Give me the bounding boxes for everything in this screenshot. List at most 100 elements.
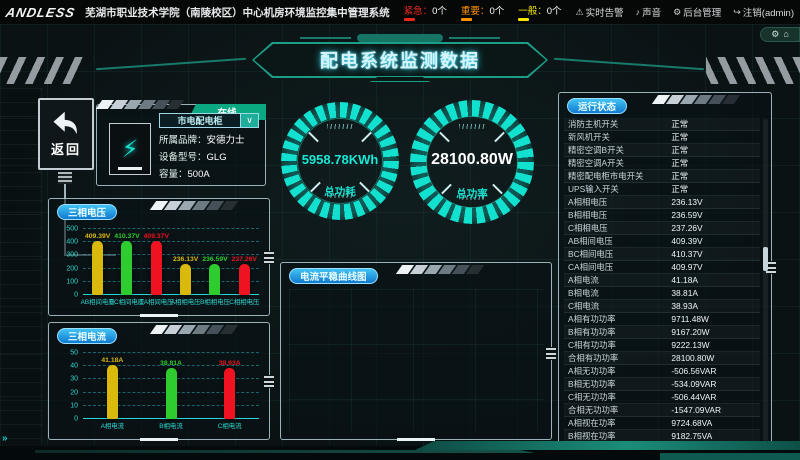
bar[interactable] <box>224 368 235 419</box>
alarm-indicator[interactable]: 一般：0个 <box>518 3 561 21</box>
y-tick-label: 300 <box>66 252 78 259</box>
bar-value-label: 409.37V <box>144 233 169 240</box>
attribute-value: GLG <box>207 152 227 163</box>
gauge-hash-top <box>327 124 353 129</box>
alarm-text: 重要：0个 <box>461 6 504 17</box>
status-scrollbar[interactable] <box>763 119 768 441</box>
panel-bottom-tick <box>397 438 435 441</box>
device-attributes: 所属品牌：安德力士设备型号：GLG容量：500A <box>159 132 259 180</box>
bar[interactable] <box>180 264 191 295</box>
gauge-total-energy: 5958.78KWh 总功耗 <box>281 102 399 220</box>
power-icon-box: ⚡ <box>109 123 151 175</box>
top-menu: ⚠实时告警 ♪声音 ⚙后台管理 ↪注销(admin) <box>576 5 794 19</box>
row-label: C相相电压 <box>568 222 671 234</box>
row-value: 410.37V <box>671 249 756 259</box>
menu-item-注销(admin)[interactable]: ↪注销(admin) <box>733 5 794 19</box>
speaker-icon: ♪ <box>636 7 641 17</box>
row-label: B相电流 <box>568 287 671 299</box>
y-tick-label: 30 <box>70 376 78 383</box>
row-value: 9711.48W <box>671 314 756 324</box>
footer-stripe-2 <box>415 441 800 450</box>
home-icon[interactable]: ⌂ <box>783 30 788 39</box>
row-label: A相相电压 <box>568 196 671 208</box>
table-row: UPS输入开关正常 <box>564 183 760 196</box>
row-label: UPS输入开关 <box>568 183 671 195</box>
row-label: 消防主机开关 <box>568 118 671 130</box>
cabinet-selector[interactable]: 市电配电柜 ∨ <box>159 113 259 128</box>
table-row: 精密空调A开关正常 <box>564 157 760 170</box>
panel-grip <box>546 347 556 360</box>
table-row: B相有功功率9167.20W <box>564 326 760 339</box>
alarm-text: 紧急：0个 <box>404 6 447 17</box>
row-value: 28100.80W <box>671 353 756 363</box>
alarm-count: 0个 <box>432 6 447 17</box>
title-hatch-right <box>706 57 800 84</box>
table-row: A相有功功率9711.48W <box>564 313 760 326</box>
attribute-label: 容量： <box>159 169 188 180</box>
row-label: 新风机开关 <box>568 131 671 143</box>
left-edge-decoration <box>0 88 42 444</box>
row-value: 正常 <box>671 131 756 143</box>
connector-plug <box>58 172 72 184</box>
status-panel: 运行状态 消防主机开关正常新风机开关正常精密空调B开关正常精密空调A开关正常精密… <box>558 92 772 448</box>
panel-grip <box>264 251 274 264</box>
menu-item-实时告警[interactable]: ⚠实时告警 <box>576 5 624 19</box>
panel-bottom-tick <box>140 314 178 317</box>
y-tick-label: 400 <box>66 239 78 246</box>
row-label: 精密空调B开关 <box>568 144 671 156</box>
status-panel-title: 运行状态 <box>567 98 627 114</box>
page-title-banner: 配电系统监测数据 <box>252 42 548 78</box>
table-row: A相无功功率-506.56VAR <box>564 365 760 378</box>
quick-toolbar[interactable]: ⚙⌂ <box>760 27 800 42</box>
bar[interactable] <box>92 241 103 295</box>
menu-item-声音[interactable]: ♪声音 <box>636 5 662 19</box>
status-table: 消防主机开关正常新风机开关正常精密空调B开关正常精密空调A开关正常精密配电柜市电… <box>564 118 760 442</box>
bar[interactable] <box>151 241 162 295</box>
table-row: AB相间电压409.39V <box>564 235 760 248</box>
bar-group: 236.13VA相相电压 <box>171 229 200 295</box>
y-axis: 01020304050 <box>59 353 81 419</box>
table-row: C相有功功率9222.13W <box>564 339 760 352</box>
row-value: 237.26V <box>671 223 756 233</box>
row-label: 精密配电柜市电开关 <box>568 170 671 182</box>
y-tick-label: 500 <box>66 226 78 233</box>
title-top-decoration <box>300 34 500 42</box>
total-energy-label: 总功耗 <box>281 184 399 199</box>
row-value: 正常 <box>671 157 756 169</box>
y-tick-label: 0 <box>74 292 78 299</box>
alarm-underline <box>518 18 529 21</box>
plot-area: 41.18AA相电流38.81AB相电流38.93AC相电流 <box>83 353 259 419</box>
bar-category-label: C相电流 <box>218 421 242 430</box>
bar[interactable] <box>121 241 132 295</box>
bar-category-label: A相电流 <box>101 421 124 430</box>
table-row: BC相间电压410.37V <box>564 248 760 261</box>
bar[interactable] <box>166 368 177 419</box>
row-value: 9724.68VA <box>671 418 756 428</box>
header-segments <box>399 265 481 274</box>
alarm-count: 0个 <box>547 6 562 17</box>
row-value: 正常 <box>671 144 756 156</box>
alarm-indicator[interactable]: 重要：0个 <box>461 3 504 21</box>
status-scrollbar-thumb[interactable] <box>763 247 768 271</box>
gauge-hash-top <box>459 124 485 129</box>
bar-value-label: 236.59V <box>202 256 227 263</box>
y-tick-label: 10 <box>70 402 78 409</box>
chevron-down-icon[interactable]: ∨ <box>241 113 259 128</box>
menu-item-label: 声音 <box>642 5 661 19</box>
bar[interactable] <box>239 264 250 295</box>
row-label: 精密空调A开关 <box>568 157 671 169</box>
alarm-indicator[interactable]: 紧急：0个 <box>404 3 447 21</box>
bar[interactable] <box>107 365 118 419</box>
bar-value-label: 237.26V <box>232 256 257 263</box>
icon-base-bar <box>118 167 142 170</box>
bar-group: 409.39VAB相间电压 <box>83 229 112 295</box>
back-button[interactable]: 返回 <box>38 98 94 170</box>
menu-item-后台管理[interactable]: ⚙后台管理 <box>673 5 721 19</box>
alarm-indicators: 紧急：0个 重要：0个 一般：0个 <box>404 3 562 21</box>
back-button-label: 返回 <box>51 139 81 158</box>
bar-value-label: 38.93A <box>219 360 241 367</box>
logout-icon: ↪ <box>733 7 741 18</box>
bar[interactable] <box>209 264 220 295</box>
bar-value-label: 41.18A <box>101 357 123 364</box>
gear-icon[interactable]: ⚙ <box>771 30 779 39</box>
